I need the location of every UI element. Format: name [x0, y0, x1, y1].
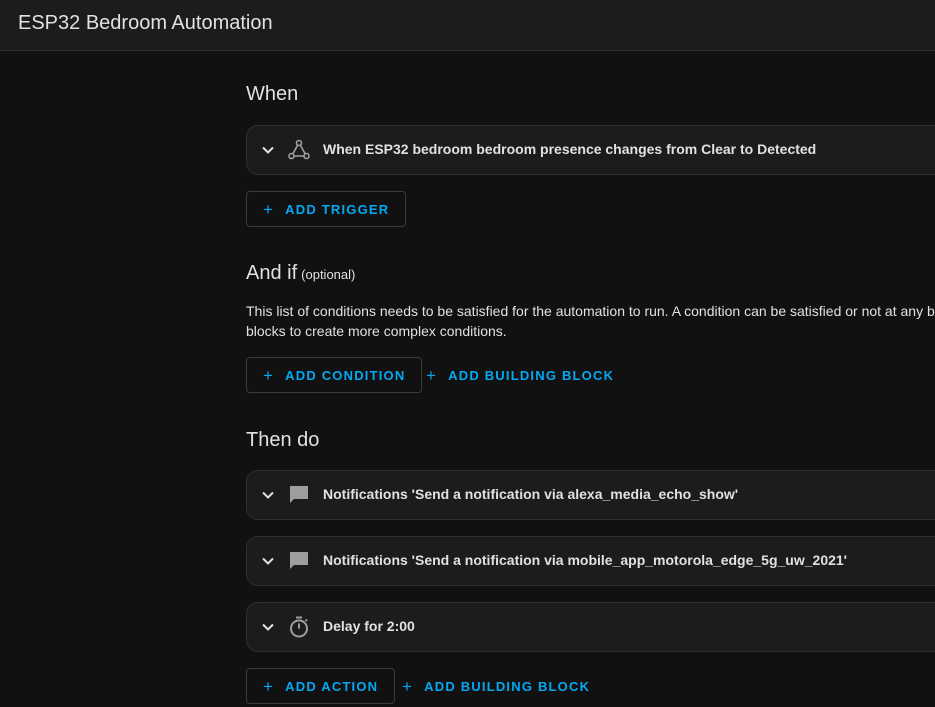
action-label: Notifications 'Send a notification via a… [323, 486, 739, 502]
add-condition-label: ADD CONDITION [285, 367, 406, 383]
add-condition-building-block-button[interactable]: + ADD BUILDING BLOCK [426, 357, 614, 393]
message-icon [290, 486, 308, 503]
chevron-down-icon[interactable] [260, 487, 276, 503]
add-action-button[interactable]: + ADD ACTION [246, 668, 396, 704]
action-card[interactable]: Notifications 'Send a notification via m… [246, 536, 935, 586]
add-trigger-button[interactable]: + ADD TRIGGER [246, 191, 407, 227]
trigger-nodes-icon [288, 139, 310, 160]
conditions-description: This list of conditions needs to be sati… [246, 303, 935, 339]
add-building-block-label: ADD BUILDING BLOCK [424, 678, 591, 694]
trigger-card[interactable]: When ESP32 bedroom bedroom presence chan… [246, 125, 935, 175]
and-if-title: And if [246, 262, 298, 284]
when-heading: When [246, 83, 299, 105]
timer-icon [290, 616, 308, 638]
add-condition-button[interactable]: + ADD CONDITION [246, 357, 423, 393]
page-title: ESP32 Bedroom Automation [18, 12, 273, 34]
add-trigger-label: ADD TRIGGER [285, 201, 390, 217]
plus-icon: + [263, 676, 275, 696]
action-card[interactable]: Delay for 2:00 [246, 602, 935, 652]
plus-icon: + [263, 365, 275, 385]
then-do-heading: Then do [246, 429, 320, 451]
add-building-block-label: ADD BUILDING BLOCK [448, 367, 615, 383]
action-card[interactable]: Notifications 'Send a notification via a… [246, 470, 935, 520]
chevron-down-icon[interactable] [260, 553, 276, 569]
action-label: Notifications 'Send a notification via m… [323, 552, 848, 568]
top-app-bar: ESP32 Bedroom Automation [0, 0, 935, 51]
optional-label: (optional) [301, 267, 356, 282]
and-if-heading: And if (optional) [246, 262, 355, 285]
trigger-label: When ESP32 bedroom bedroom presence chan… [323, 141, 817, 157]
plus-icon: + [402, 676, 414, 696]
add-action-building-block-button[interactable]: + ADD BUILDING BLOCK [402, 668, 590, 704]
chevron-down-icon[interactable] [260, 142, 276, 158]
plus-icon: + [426, 365, 438, 385]
plus-icon: + [263, 199, 275, 219]
action-label: Delay for 2:00 [323, 618, 415, 634]
add-action-label: ADD ACTION [285, 678, 379, 694]
automation-editor: When When ESP32 bedroom bedroom presence… [246, 51, 935, 707]
chevron-down-icon[interactable] [260, 619, 276, 635]
message-icon [290, 552, 308, 569]
